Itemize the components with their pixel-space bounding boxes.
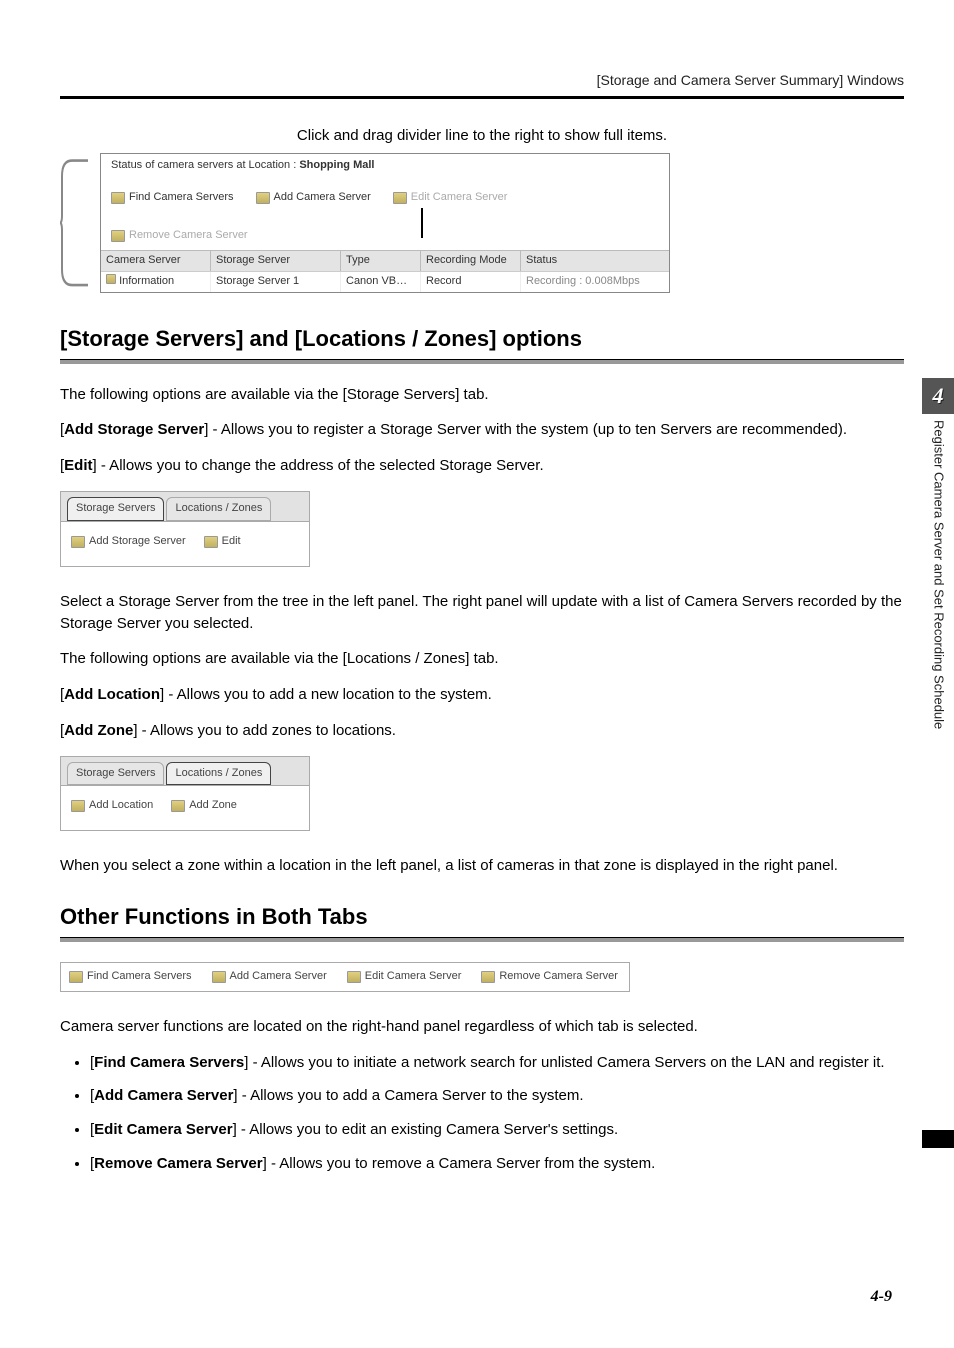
find-camera-servers-label: Find Camera Servers [129, 190, 234, 206]
add-storage-server-button[interactable]: Add Storage Server [71, 534, 186, 550]
tab-locations-zones-2[interactable]: Locations / Zones [166, 762, 271, 786]
figure1-caption: Click and drag divider line to the right… [60, 125, 904, 147]
add-zone-button[interactable]: Add Zone [171, 798, 237, 814]
cell-recording-mode: Record [421, 272, 521, 292]
add-camera-server-button[interactable]: Add Camera Server [256, 190, 371, 206]
add-storage-server-term: Add Storage Server [64, 421, 204, 438]
section-underline-2 [60, 937, 904, 942]
camera-add-icon [212, 971, 226, 983]
p-add-zone: [Add Zone] - Allows you to add zones to … [60, 720, 904, 742]
section-underline [60, 359, 904, 364]
find-camera-servers-term: Find Camera Servers [94, 1054, 244, 1071]
tab-storage-servers[interactable]: Storage Servers [67, 497, 164, 521]
p-add-storage: [Add Storage Server] - Allows you to reg… [60, 419, 904, 441]
p-other-intro: Camera server functions are located on t… [60, 1016, 904, 1038]
figure-camera-server-grid: Status of camera servers at Location : S… [100, 153, 670, 293]
add-camera-server-term: Add Camera Server [94, 1087, 233, 1104]
find-camera-servers-button-2[interactable]: Find Camera Servers [69, 969, 192, 985]
cell-storage-server: Storage Server 1 [211, 272, 341, 292]
folder-zone-icon [171, 800, 185, 812]
cell-status: Recording : 0.008Mbps [521, 272, 670, 292]
remove-camera-server-label: Remove Camera Server [129, 228, 248, 244]
camera-add-icon [256, 192, 270, 204]
add-zone-btn-label: Add Zone [189, 798, 237, 814]
find-camera-servers-desc: ] - Allows you to initiate a network sea… [244, 1054, 884, 1071]
col-camera-server[interactable]: Camera Server [101, 251, 211, 271]
header-rule [60, 96, 904, 99]
add-storage-server-desc: ] - Allows you to register a Storage Ser… [204, 421, 847, 438]
search-icon [69, 971, 83, 983]
tab-storage-servers-2[interactable]: Storage Servers [67, 762, 164, 786]
bracket-icon [60, 158, 90, 288]
camera-edit-icon [393, 192, 407, 204]
grid-header: Camera Server Storage Server Type Record… [101, 250, 669, 271]
figure-locations-zones-tab: Storage Servers Locations / Zones Add Lo… [60, 756, 310, 832]
add-zone-term: Add Zone [64, 722, 133, 739]
p-storage-intro: The following options are available via … [60, 384, 904, 406]
folder-add-icon [71, 800, 85, 812]
function-list: [Find Camera Servers] - Allows you to in… [90, 1052, 904, 1175]
find-label: Find Camera Servers [87, 969, 192, 985]
add-storage-server-btn-label: Add Storage Server [89, 534, 186, 550]
page-number: 4-9 [871, 1285, 892, 1308]
list-item: [Find Camera Servers] - Allows you to in… [90, 1052, 904, 1074]
p-edit: [Edit] - Allows you to change the addres… [60, 455, 904, 477]
edit-term: Edit [64, 457, 92, 474]
p-zone-select: When you select a zone within a location… [60, 855, 904, 877]
camera-remove-icon [481, 971, 495, 983]
running-header: [Storage and Camera Server Summary] Wind… [60, 70, 904, 90]
edit-camera-server-button-2[interactable]: Edit Camera Server [347, 969, 462, 985]
edit-btn-label: Edit [222, 534, 241, 550]
camera-edit-icon [347, 971, 361, 983]
camera-icon [106, 274, 116, 284]
section-heading-other-functions: Other Functions in Both Tabs [60, 901, 904, 933]
p-locations-intro: The following options are available via … [60, 648, 904, 670]
remove-camera-server-term: Remove Camera Server [94, 1155, 262, 1172]
edit-camera-server-term: Edit Camera Server [94, 1121, 232, 1138]
edit-camera-server-button: Edit Camera Server [393, 190, 508, 206]
cell-type: Canon VB… [341, 272, 421, 292]
col-recording-mode[interactable]: Recording Mode [421, 251, 521, 271]
edit-desc: ] - Allows you to change the address of … [93, 457, 544, 474]
remove-camera-server-button: Remove Camera Server [111, 228, 248, 244]
figure-camera-toolbar: Find Camera Servers Add Camera Server Ed… [60, 962, 630, 992]
edit-button[interactable]: Edit [204, 534, 241, 550]
camera-remove-icon [111, 230, 125, 242]
server-add-icon [71, 536, 85, 548]
figure-storage-servers-tab: Storage Servers Locations / Zones Add St… [60, 491, 310, 567]
list-item: [Remove Camera Server] - Allows you to r… [90, 1153, 904, 1175]
remove-label: Remove Camera Server [499, 969, 618, 985]
add-location-desc: ] - Allows you to add a new location to … [160, 686, 492, 703]
section-heading-storage-locations: [Storage Servers] and [Locations / Zones… [60, 323, 904, 355]
remove-camera-server-button-2[interactable]: Remove Camera Server [481, 969, 618, 985]
add-location-btn-label: Add Location [89, 798, 153, 814]
table-row[interactable]: Information Storage Server 1 Canon VB… R… [101, 271, 669, 292]
divider-cursor[interactable] [421, 208, 423, 238]
p-add-location: [Add Location] - Allows you to add a new… [60, 684, 904, 706]
list-item: [Add Camera Server] - Allows you to add … [90, 1085, 904, 1107]
edit-icon [204, 536, 218, 548]
edit-label-2: Edit Camera Server [365, 969, 462, 985]
tab-locations-zones[interactable]: Locations / Zones [166, 497, 271, 521]
add-camera-server-button-2[interactable]: Add Camera Server [212, 969, 327, 985]
p-select-storage: Select a Storage Server from the tree in… [60, 591, 904, 635]
add-location-term: Add Location [64, 686, 160, 703]
col-status[interactable]: Status [521, 251, 670, 271]
add-camera-server-desc: ] - Allows you to add a Camera Server to… [233, 1087, 583, 1104]
list-item: [Edit Camera Server] - Allows you to edi… [90, 1119, 904, 1141]
col-storage-server[interactable]: Storage Server [211, 251, 341, 271]
search-icon [111, 192, 125, 204]
add-camera-server-label: Add Camera Server [274, 190, 371, 206]
cell-camera-server: Information [119, 275, 174, 287]
find-camera-servers-button[interactable]: Find Camera Servers [111, 190, 234, 206]
edit-camera-server-desc: ] - Allows you to edit an existing Camer… [233, 1121, 619, 1138]
add-location-button[interactable]: Add Location [71, 798, 153, 814]
remove-camera-server-desc: ] - Allows you to remove a Camera Server… [263, 1155, 656, 1172]
edit-camera-server-label: Edit Camera Server [411, 190, 508, 206]
status-line-prefix: Status of camera servers at Location : [111, 159, 299, 171]
add-label: Add Camera Server [230, 969, 327, 985]
col-type[interactable]: Type [341, 251, 421, 271]
status-location: Shopping Mall [299, 159, 374, 171]
add-zone-desc: ] - Allows you to add zones to locations… [133, 722, 396, 739]
